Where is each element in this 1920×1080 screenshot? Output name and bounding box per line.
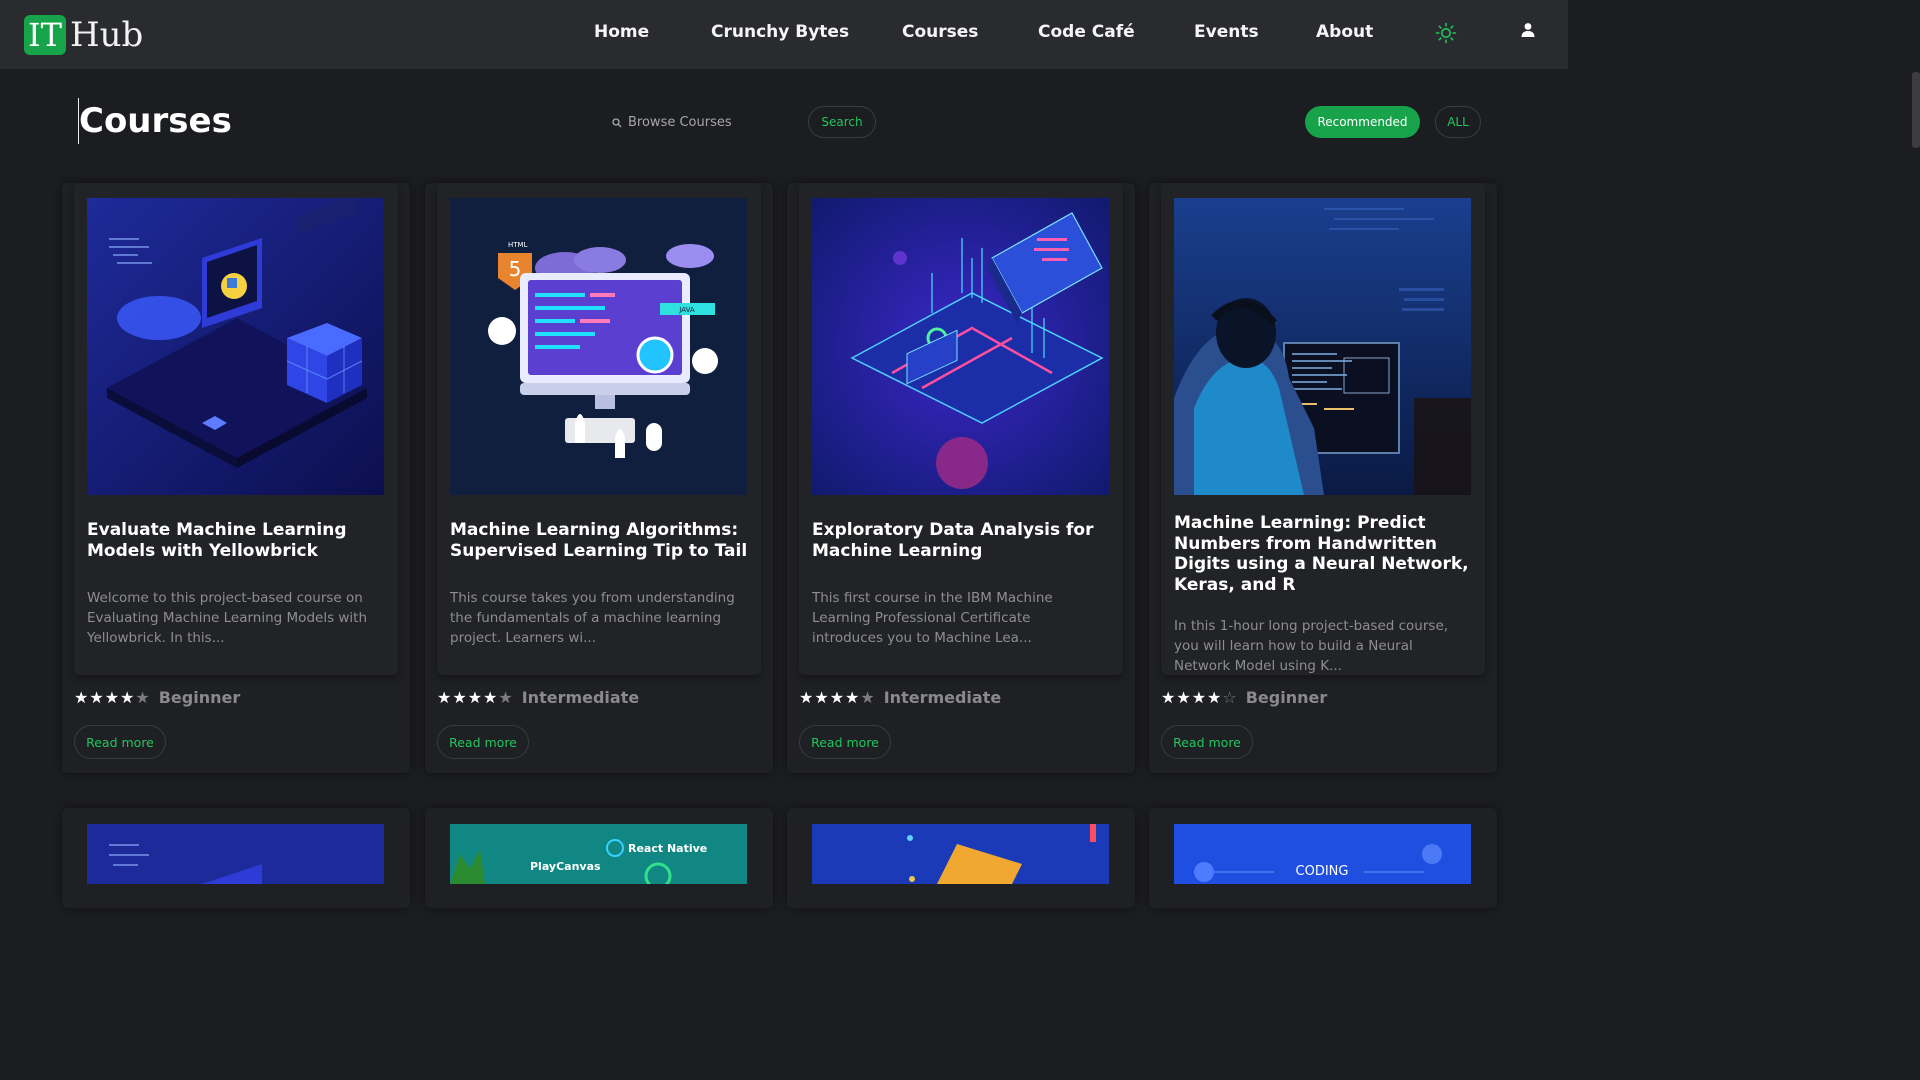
star-rating-icons: ★★★★★ — [799, 688, 876, 707]
course-rating: ★★★★★ Intermediate — [437, 688, 639, 707]
course-level: Intermediate — [883, 688, 1002, 707]
coding-label: CODING — [1296, 864, 1349, 879]
all-filter-button[interactable]: ALL — [1435, 106, 1481, 138]
course-card: Evaluate Machine Learning Models with Ye… — [62, 183, 410, 773]
recommended-filter-button[interactable]: Recommended — [1305, 106, 1420, 138]
top-navbar: IT Hub Home Crunchy Bytes Courses Code C… — [0, 0, 1568, 70]
nav-courses[interactable]: Courses — [902, 22, 978, 42]
sun-icon[interactable] — [1435, 22, 1457, 48]
course-level: Intermediate — [521, 688, 640, 707]
course-description: Welcome to this project-based course on … — [87, 590, 368, 646]
star-rating-icons: ★★★★☆ — [1161, 688, 1238, 707]
search-box[interactable] — [612, 111, 792, 133]
course-card: 5 HTML JAVA Machine Learning Algorithms:… — [425, 183, 773, 773]
read-more-button[interactable]: Read more — [437, 725, 529, 759]
course-rating: ★★★★★ Beginner — [74, 688, 240, 707]
course-image[interactable] — [812, 198, 1109, 495]
ithub-logo[interactable]: IT Hub — [24, 14, 143, 56]
read-more-button[interactable]: Read more — [799, 725, 891, 759]
search-input[interactable] — [628, 114, 788, 130]
course-image[interactable] — [812, 824, 1109, 884]
scrollbar-thumb[interactable] — [1912, 72, 1920, 148]
course-card — [787, 808, 1135, 908]
java-tag-label: JAVA — [678, 306, 695, 314]
course-description: In this 1-hour long project-based course… — [1174, 618, 1449, 674]
page-title: Courses — [78, 98, 232, 144]
logo-hub-text: Hub — [69, 15, 144, 55]
read-more-button[interactable]: Read more — [1161, 725, 1253, 759]
course-description: This first course in the IBM Machine Lea… — [812, 590, 1053, 646]
html5-badge-number: 5 — [509, 257, 522, 281]
playcanvas-label: PlayCanvas — [530, 860, 601, 873]
search-icon — [612, 113, 622, 132]
react-native-label: React Native — [628, 842, 707, 855]
star-rating-icons: ★★★★★ — [437, 688, 514, 707]
logo-it-mark: IT — [24, 15, 66, 55]
course-rating: ★★★★★ Intermediate — [799, 688, 1001, 707]
course-image[interactable]: 5 HTML JAVA — [450, 198, 747, 495]
course-card: React Native PlayCanvas — [425, 808, 773, 908]
course-title[interactable]: Evaluate Machine Learning Models with Ye… — [87, 520, 385, 561]
search-button[interactable]: Search — [808, 106, 876, 138]
course-title[interactable]: Machine Learning Algorithms: Supervised … — [450, 520, 748, 561]
course-description: This course takes you from understanding… — [450, 590, 735, 646]
course-title[interactable]: Machine Learning: Predict Numbers from H… — [1174, 513, 1472, 595]
html-tag-label: HTML — [508, 241, 528, 249]
nav-code-cafe[interactable]: Code Café — [1038, 22, 1135, 42]
course-card: Exploratory Data Analysis for Machine Le… — [787, 183, 1135, 773]
course-title[interactable]: Exploratory Data Analysis for Machine Le… — [812, 520, 1110, 561]
course-image[interactable]: React Native PlayCanvas — [450, 824, 747, 884]
course-rating: ★★★★☆ Beginner — [1161, 688, 1327, 707]
course-image[interactable] — [1174, 198, 1471, 495]
course-card — [62, 808, 410, 908]
nav-events[interactable]: Events — [1194, 22, 1259, 42]
course-image[interactable] — [87, 198, 384, 495]
course-card: Machine Learning: Predict Numbers from H… — [1149, 183, 1497, 773]
nav-about[interactable]: About — [1316, 22, 1373, 42]
star-rating-icons: ★★★★★ — [74, 688, 151, 707]
course-level: Beginner — [158, 688, 241, 707]
course-card: CODING — [1149, 808, 1497, 908]
nav-home[interactable]: Home — [594, 22, 649, 42]
nav-crunchy-bytes[interactable]: Crunchy Bytes — [711, 22, 849, 42]
user-icon[interactable] — [1520, 22, 1536, 42]
course-image[interactable]: CODING — [1174, 824, 1471, 884]
course-image[interactable] — [87, 824, 384, 884]
read-more-button[interactable]: Read more — [74, 725, 166, 759]
course-level: Beginner — [1245, 688, 1328, 707]
